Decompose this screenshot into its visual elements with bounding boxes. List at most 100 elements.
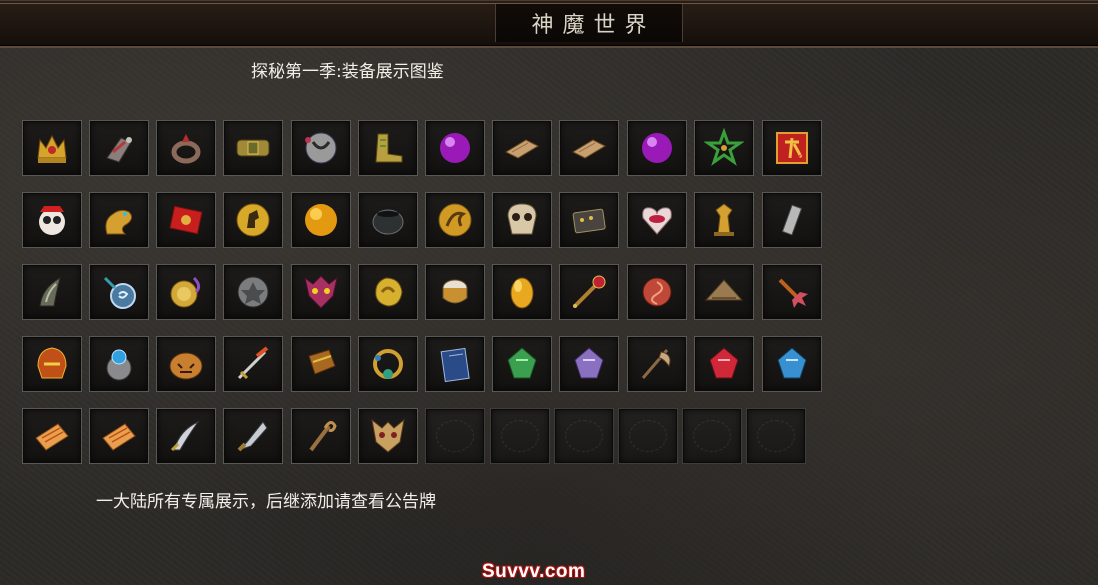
item-slot[interactable] xyxy=(291,336,351,392)
demon-mask-icon xyxy=(304,275,338,309)
stone-disc-icon xyxy=(237,276,269,308)
item-slot[interactable] xyxy=(358,264,418,320)
empty-slot[interactable] xyxy=(746,408,806,464)
claw-icon xyxy=(39,277,61,307)
item-slot[interactable] xyxy=(89,264,149,320)
item-slot[interactable] xyxy=(762,264,822,320)
sapphire-ring-icon xyxy=(106,349,132,381)
skull-mask-icon xyxy=(507,203,537,235)
item-slot[interactable] xyxy=(694,264,754,320)
item-slot[interactable] xyxy=(358,408,418,464)
item-slot[interactable] xyxy=(156,120,216,176)
item-slot[interactable] xyxy=(358,336,418,392)
item-slot[interactable] xyxy=(559,192,619,248)
item-slot[interactable] xyxy=(89,336,149,392)
item-slot[interactable] xyxy=(559,336,619,392)
item-slot[interactable] xyxy=(762,192,822,248)
item-slot[interactable] xyxy=(22,336,82,392)
pumpkin-icon xyxy=(169,352,203,380)
item-slot[interactable] xyxy=(156,336,216,392)
empty-slot[interactable] xyxy=(554,408,614,464)
item-slot[interactable] xyxy=(223,264,283,320)
item-slot[interactable] xyxy=(156,192,216,248)
blue-book-icon xyxy=(440,347,470,383)
blue-gem-icon xyxy=(777,347,807,379)
item-slot[interactable] xyxy=(694,120,754,176)
item-slot[interactable] xyxy=(22,120,82,176)
gold-medallion-icon xyxy=(170,276,201,308)
item-slot[interactable] xyxy=(22,192,82,248)
empty-slot[interactable] xyxy=(425,408,485,464)
item-slot[interactable] xyxy=(291,120,351,176)
ring-icon xyxy=(171,134,201,164)
green-gem-icon xyxy=(507,347,537,379)
page-subtitle: 探秘第一季:装备展示图鉴 xyxy=(251,62,444,82)
rose-gem-icon xyxy=(642,277,672,307)
empty-slot[interactable] xyxy=(618,408,678,464)
item-slot[interactable] xyxy=(22,408,82,464)
item-slot[interactable] xyxy=(89,408,149,464)
item-slot[interactable] xyxy=(627,264,687,320)
paper-scroll-icon xyxy=(102,423,136,451)
fire-helmet-icon xyxy=(37,347,67,379)
gold-dragon-icon xyxy=(105,209,133,235)
item-slot[interactable] xyxy=(291,192,351,248)
item-slot[interactable] xyxy=(223,120,283,176)
item-slot[interactable] xyxy=(425,192,485,248)
item-slot[interactable] xyxy=(291,408,351,464)
item-slot[interactable] xyxy=(156,408,216,464)
item-slot[interactable] xyxy=(492,192,552,248)
purple-gem-icon xyxy=(440,133,470,163)
item-slot[interactable] xyxy=(559,120,619,176)
item-slot[interactable] xyxy=(223,192,283,248)
footer-note: 一大陆所有专属展示，后继添加请查看公告牌 xyxy=(96,492,436,512)
item-slot[interactable] xyxy=(89,120,149,176)
item-slot[interactable] xyxy=(223,336,283,392)
item-slot[interactable] xyxy=(358,120,418,176)
red-gem-icon xyxy=(709,347,739,379)
item-slot[interactable] xyxy=(694,336,754,392)
item-slot[interactable] xyxy=(762,120,822,176)
item-slot[interactable] xyxy=(492,120,552,176)
item-slot[interactable] xyxy=(425,120,485,176)
item-slot[interactable] xyxy=(223,408,283,464)
item-slot[interactable] xyxy=(425,264,485,320)
item-slot[interactable] xyxy=(492,264,552,320)
item-slot[interactable] xyxy=(627,192,687,248)
gold-statue-icon xyxy=(714,203,734,236)
crown-icon xyxy=(37,134,67,163)
curved-blade-icon xyxy=(170,420,200,452)
gold-nugget-icon xyxy=(375,277,403,307)
item-slot[interactable] xyxy=(694,192,754,248)
item-slot[interactable] xyxy=(156,264,216,320)
red-envelope-icon xyxy=(169,205,203,235)
title-plaque: 神魔世界 xyxy=(495,4,683,42)
cauldron-icon xyxy=(372,209,404,235)
broad-blade-icon xyxy=(237,421,268,452)
item-slot[interactable] xyxy=(627,120,687,176)
item-slot[interactable] xyxy=(492,336,552,392)
axe-icon xyxy=(641,349,671,379)
scepter-icon xyxy=(573,275,606,308)
item-slot[interactable] xyxy=(762,336,822,392)
panda-icon xyxy=(39,206,65,235)
orb-stone-icon xyxy=(305,132,337,164)
item-slot[interactable] xyxy=(425,336,485,392)
item-slot[interactable] xyxy=(22,264,82,320)
item-slot[interactable] xyxy=(291,264,351,320)
stone-pillar-icon xyxy=(781,204,803,236)
item-slot[interactable] xyxy=(358,192,418,248)
flame-sword-icon xyxy=(237,346,269,380)
straw-hat-icon xyxy=(704,279,744,301)
gold-dragon-coin-icon xyxy=(438,203,472,237)
purple-gem-icon xyxy=(642,133,672,163)
empty-slot[interactable] xyxy=(682,408,742,464)
item-slot[interactable] xyxy=(627,336,687,392)
bracer-icon xyxy=(308,349,336,375)
item-slot[interactable] xyxy=(89,192,149,248)
item-slot[interactable] xyxy=(559,264,619,320)
gold-horse-coin-icon xyxy=(236,203,270,237)
golden-egg-icon xyxy=(510,277,534,309)
nine-seal-icon xyxy=(776,132,808,164)
empty-slot[interactable] xyxy=(490,408,550,464)
